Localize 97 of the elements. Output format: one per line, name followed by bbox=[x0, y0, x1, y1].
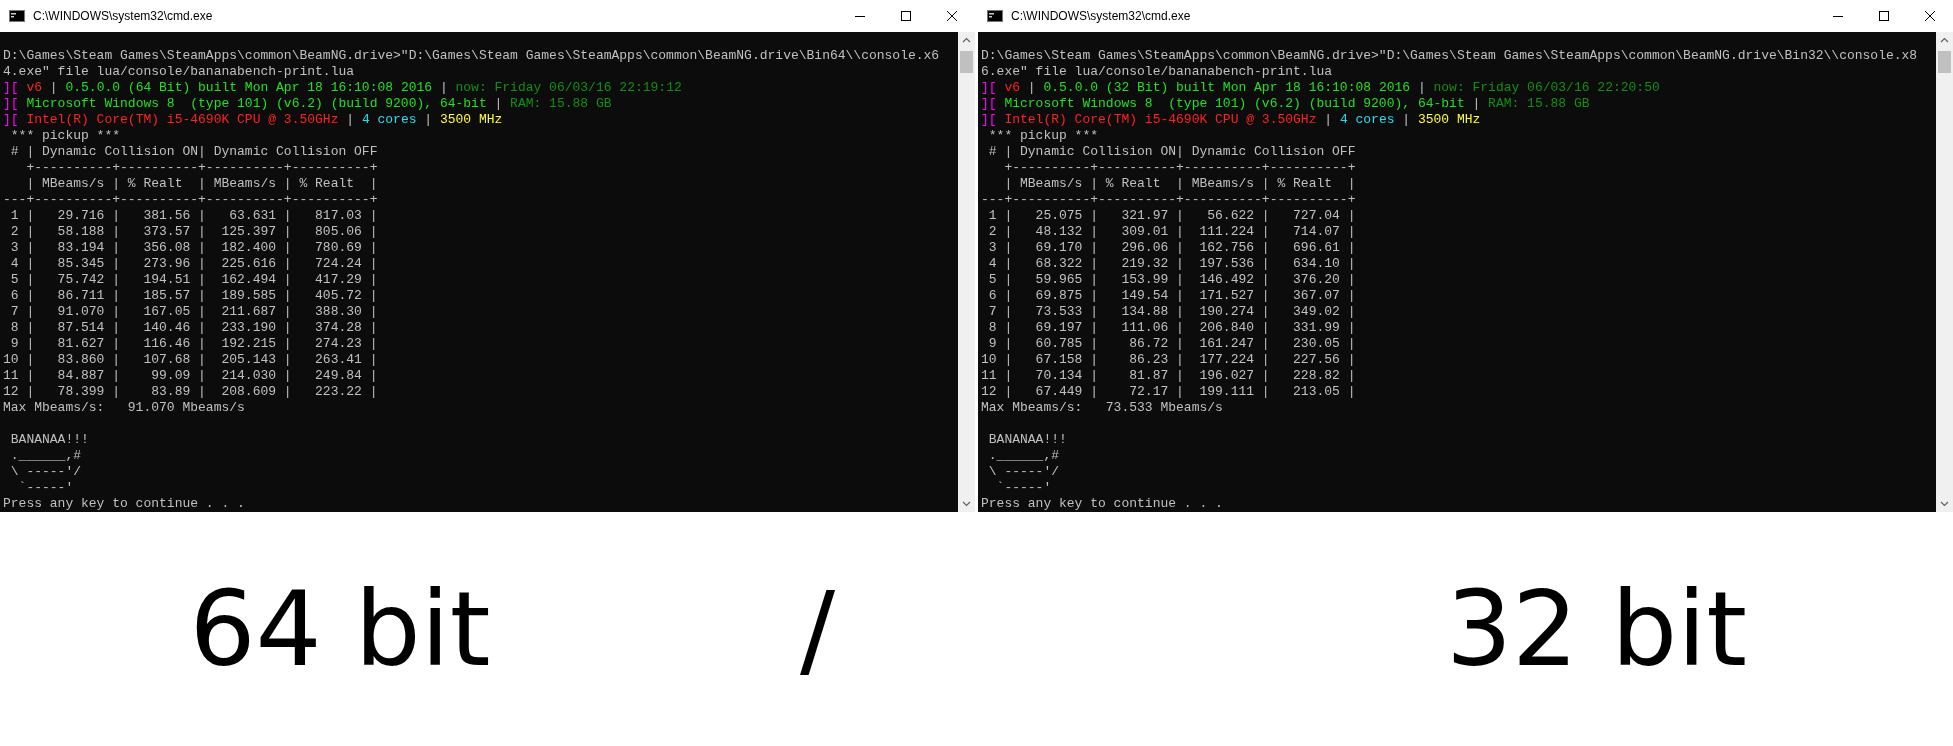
console-text: | bbox=[438, 80, 449, 95]
console-text: 0.5.0.0 (64 Bit) built Mon Apr 18 16:10:08 2016 bbox=[65, 80, 433, 95]
console-line: Press any key to continue . . . bbox=[981, 496, 1224, 512]
console-text: ][ bbox=[3, 112, 19, 127]
console-line: 4 | 85.345 | 273.96 | 225.616 | 724.24 | bbox=[9, 256, 379, 272]
console-line: \ -----'/ bbox=[987, 464, 1060, 480]
console-text: 3500 MHz bbox=[439, 112, 503, 127]
console-text: ][ bbox=[981, 112, 997, 127]
console-text: 3500 MHz bbox=[1417, 112, 1481, 127]
console-line: +----------+----------+----------+----------+ bbox=[1003, 160, 1357, 176]
console-line: 11 | 70.134 | 81.87 | 196.027 | 228.82 | bbox=[981, 368, 1357, 384]
console-text: | bbox=[1323, 112, 1334, 127]
console-text: | bbox=[1416, 80, 1427, 95]
console-text: v6 bbox=[1003, 80, 1020, 95]
console-line: 11 | 84.887 | 99.09 | 214.030 | 249.84 | bbox=[3, 368, 379, 384]
console-line: 6 | 86.711 | 185.57 | 189.585 | 405.72 | bbox=[9, 288, 379, 304]
console-line: 10 | 67.158 | 86.23 | 177.224 | 227.56 | bbox=[981, 352, 1357, 368]
console-line: 2 | 58.188 | 373.57 | 125.397 | 805.06 | bbox=[9, 224, 379, 240]
console-line: BANANAA!!! bbox=[9, 432, 90, 448]
console-text: RAM: 15.88 GB bbox=[1488, 96, 1590, 111]
close-icon bbox=[1925, 11, 1935, 21]
console-line: 3 | 69.170 | 296.06 | 162.756 | 696.61 | bbox=[987, 240, 1357, 256]
console-line: | MBeams/s | % Realt | MBeams/s | % Realt | bbox=[25, 176, 379, 192]
console-line: 5 | 59.965 | 153.99 | 146.492 | 376.20 | bbox=[987, 272, 1357, 288]
console-text: ][ bbox=[3, 96, 19, 111]
scrollbar-thumb[interactable] bbox=[1938, 51, 1951, 73]
console-line: Max Mbeams/s: 73.533 Mbeams/s bbox=[981, 400, 1224, 416]
console-line: # | Dynamic Collision ON| Dynamic Collision OFF bbox=[9, 144, 379, 160]
console-app-icon bbox=[987, 10, 1003, 22]
scrollbar-thumb[interactable] bbox=[960, 51, 973, 73]
console-text: 4 cores bbox=[361, 112, 417, 127]
console-line: D:\Games\Steam Games\SteamApps\common\BeamNG.drive>"D:\Games\Steam Games\SteamApps\common\BeamNG.drive\Bin64\\console.x6 bbox=[3, 48, 941, 64]
console-line: 5 | 75.742 | 194.51 | 162.494 | 417.29 | bbox=[9, 272, 379, 288]
console-line: 1 | 25.075 | 321.97 | 56.622 | 727.04 | bbox=[987, 208, 1357, 224]
console-line: BANANAA!!! bbox=[987, 432, 1068, 448]
console-line: Max Mbeams/s: 91.070 Mbeams/s bbox=[3, 400, 246, 416]
caption-text: / bbox=[800, 568, 836, 690]
console-line: *** pickup *** bbox=[987, 128, 1100, 144]
console-line: 8 | 69.197 | 111.06 | 206.840 | 331.99 | bbox=[987, 320, 1357, 336]
console-app-icon bbox=[9, 10, 25, 22]
console-text: | bbox=[48, 80, 59, 95]
console-line: `-----' bbox=[17, 480, 75, 496]
console-text: 4 cores bbox=[1339, 112, 1395, 127]
console-text: | bbox=[1026, 80, 1037, 95]
console-line: 2 | 48.132 | 309.01 | 111.224 | 714.07 | bbox=[987, 224, 1357, 240]
console-line: ---+----------+----------+----------+----------+ bbox=[3, 192, 379, 208]
console-line: 4.exe" file lua/console/bananabench-print.lua bbox=[3, 64, 356, 80]
console-text: 0.5.0.0 (32 Bit) built Mon Apr 18 16:10:08 2016 bbox=[1043, 80, 1411, 95]
console-line: 7 | 91.070 | 167.05 | 211.687 | 388.30 | bbox=[9, 304, 379, 320]
console-text: | bbox=[1471, 96, 1482, 111]
console-text: Intel(R) Core(TM) i5-4690K CPU @ 3.50GHz bbox=[25, 112, 339, 127]
console-text: Microsoft Windows 8 (type 101) (v6.2) (build 9200), 64-bit bbox=[25, 96, 487, 111]
console-line: 12 | 67.449 | 72.17 | 199.111 | 213.05 | bbox=[981, 384, 1357, 400]
console-line: 7 | 73.533 | 134.88 | 190.274 | 349.02 | bbox=[987, 304, 1357, 320]
console-line: D:\Games\Steam Games\SteamApps\common\BeamNG.drive>"D:\Games\Steam Games\SteamApps\common\BeamNG.drive\Bin32\\console.x8 bbox=[981, 48, 1919, 64]
window-title: C:\WINDOWS\system32\cmd.exe bbox=[1011, 9, 1192, 23]
console-line: # | Dynamic Collision ON| Dynamic Collision OFF bbox=[987, 144, 1357, 160]
console-line: 12 | 78.399 | 83.89 | 208.609 | 223.22 | bbox=[3, 384, 379, 400]
console-line: 6.exe" file lua/console/bananabench-print.lua bbox=[981, 64, 1334, 80]
caption-text: 64 bit bbox=[189, 568, 491, 690]
console-line: 4 | 68.322 | 219.32 | 197.536 | 634.10 | bbox=[987, 256, 1357, 272]
console-line: 9 | 60.785 | 86.72 | 161.247 | 230.05 | bbox=[987, 336, 1357, 352]
console-text: RAM: 15.88 GB bbox=[510, 96, 612, 111]
close-icon bbox=[947, 11, 957, 21]
console-line: ---+----------+----------+----------+----------+ bbox=[981, 192, 1357, 208]
caption-text: 32 bit bbox=[1445, 568, 1748, 690]
console-text: | bbox=[345, 112, 356, 127]
console-line: 10 | 83.860 | 107.68 | 205.143 | 263.41 | bbox=[3, 352, 379, 368]
console-line: | MBeams/s | % Realt | MBeams/s | % Realt | bbox=[1003, 176, 1357, 192]
maximize-icon bbox=[901, 11, 911, 21]
console-text: | bbox=[1401, 112, 1412, 127]
console-line: 3 | 83.194 | 356.08 | 182.400 | 780.69 | bbox=[9, 240, 379, 256]
console-line: 9 | 81.627 | 116.46 | 192.215 | 274.23 | bbox=[9, 336, 379, 352]
console-text: now: Friday 06/03/16 22:20:50 bbox=[1433, 80, 1660, 95]
console-line: 1 | 29.716 | 381.56 | 63.631 | 817.03 | bbox=[9, 208, 379, 224]
window-title: C:\WINDOWS\system32\cmd.exe bbox=[33, 9, 214, 23]
console-line: *** pickup *** bbox=[9, 128, 122, 144]
console-text: now: Friday 06/03/16 22:19:12 bbox=[455, 80, 682, 95]
console-line: \ -----'/ bbox=[9, 464, 82, 480]
console-text: ][ bbox=[981, 96, 997, 111]
scrollbar[interactable] bbox=[1936, 32, 1953, 512]
console-text: Microsoft Windows 8 (type 101) (v6.2) (build 9200), 64-bit bbox=[1003, 96, 1465, 111]
scrollbar[interactable] bbox=[958, 32, 975, 512]
console-line: .______,# bbox=[9, 448, 82, 464]
maximize-icon bbox=[1879, 11, 1889, 21]
console-text: v6 bbox=[25, 80, 42, 95]
console-line: 6 | 69.875 | 149.54 | 171.527 | 367.07 | bbox=[987, 288, 1357, 304]
console-text: | bbox=[493, 96, 504, 111]
console-line: +----------+----------+----------+----------+ bbox=[25, 160, 379, 176]
console-text: ][ bbox=[3, 80, 19, 95]
console-text: | bbox=[423, 112, 434, 127]
console-text: ][ bbox=[981, 80, 997, 95]
console-text: Intel(R) Core(TM) i5-4690K CPU @ 3.50GHz bbox=[1003, 112, 1317, 127]
console-line: 8 | 87.514 | 140.46 | 233.190 | 374.28 | bbox=[9, 320, 379, 336]
console-line: `-----' bbox=[995, 480, 1053, 496]
console-line: .______,# bbox=[987, 448, 1060, 464]
console-line: Press any key to continue . . . bbox=[3, 496, 246, 512]
